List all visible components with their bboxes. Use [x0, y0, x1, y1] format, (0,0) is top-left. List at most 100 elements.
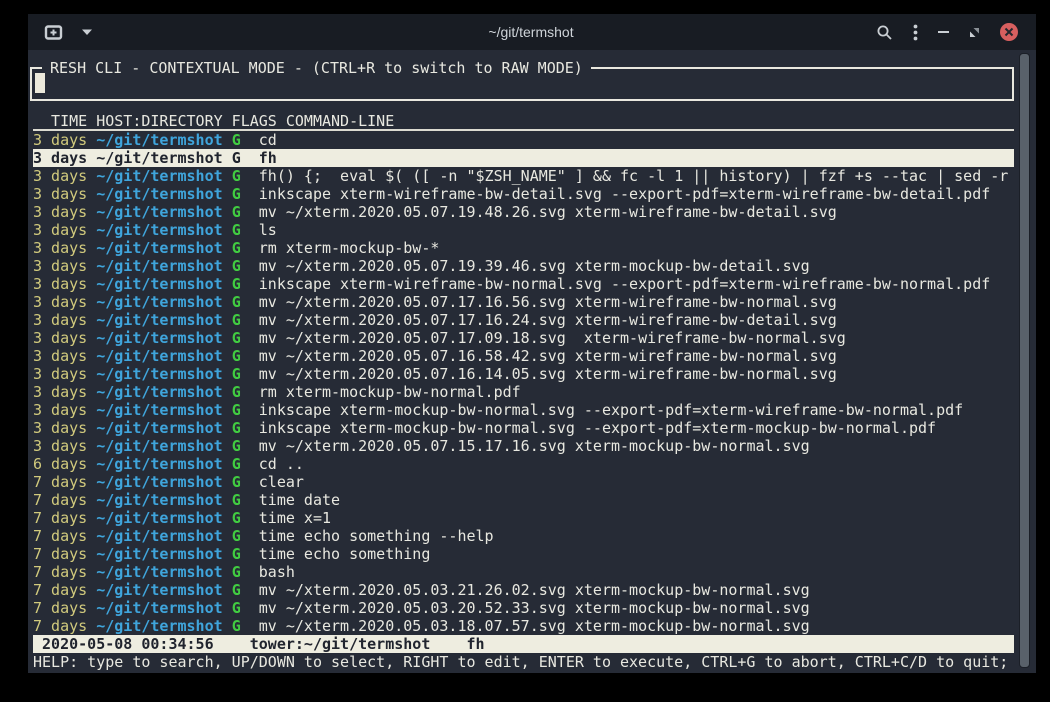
row-host-directory: ~/git/termshot: [96, 185, 222, 203]
terminal-window: ~/git/termshot RESH CLI - CONTEXTUAL MOD…: [28, 14, 1036, 673]
table-row[interactable]: 3 days ~/git/termshot G inkscape xterm-m…: [33, 419, 1014, 437]
row-host-directory: ~/git/termshot: [96, 545, 222, 563]
table-row[interactable]: 3 days ~/git/termshot G mv ~/xterm.2020.…: [33, 329, 1014, 347]
row-host-directory: ~/git/termshot: [96, 473, 222, 491]
row-time: 3 days: [33, 221, 87, 239]
row-time: 3 days: [33, 383, 87, 401]
row-flags: G: [232, 617, 241, 635]
table-row[interactable]: 3 days ~/git/termshot G mv ~/xterm.2020.…: [33, 293, 1014, 311]
table-row[interactable]: 3 days ~/git/termshot G ls: [33, 221, 1014, 239]
table-row[interactable]: 3 days ~/git/termshot G rm xterm-mockup-…: [33, 239, 1014, 257]
row-host-directory: ~/git/termshot: [96, 203, 222, 221]
table-row[interactable]: 3 days ~/git/termshot G cd: [33, 131, 1014, 149]
row-command: fh() {; eval $( ([ -n "$ZSH_NAME" ] && f…: [259, 167, 1009, 185]
row-flags: G: [232, 185, 241, 203]
row-time: 6 days: [33, 455, 87, 473]
row-time: 3 days: [33, 239, 87, 257]
row-flags: G: [232, 401, 241, 419]
row-command: mv ~/xterm.2020.05.07.17.16.56.svg xterm…: [259, 293, 837, 311]
table-row[interactable]: 3 days ~/git/termshot G mv ~/xterm.2020.…: [33, 311, 1014, 329]
row-flags: G: [232, 203, 241, 221]
row-command: fh: [259, 149, 277, 167]
restore-button[interactable]: [969, 27, 980, 38]
row-command: bash: [259, 563, 295, 581]
row-time: 3 days: [33, 437, 87, 455]
row-flags: G: [232, 221, 241, 239]
table-row[interactable]: 3 days ~/git/termshot G mv ~/xterm.2020.…: [33, 347, 1014, 365]
table-row[interactable]: 3 days ~/git/termshot G mv ~/xterm.2020.…: [33, 257, 1014, 275]
row-time: 7 days: [33, 473, 87, 491]
row-flags: G: [232, 293, 241, 311]
row-host-directory: ~/git/termshot: [96, 401, 222, 419]
row-command: mv ~/xterm.2020.05.03.20.52.33.svg xterm…: [259, 599, 810, 617]
table-row[interactable]: 3 days ~/git/termshot G mv ~/xterm.2020.…: [33, 365, 1014, 383]
row-host-directory: ~/git/termshot: [96, 365, 222, 383]
table-row[interactable]: 7 days ~/git/termshot G mv ~/xterm.2020.…: [33, 599, 1014, 617]
row-host-directory: ~/git/termshot: [96, 221, 222, 239]
table-header: TIME HOST:DIRECTORY FLAGS COMMAND-LINE: [33, 113, 1014, 131]
row-flags: G: [232, 311, 241, 329]
row-host-directory: ~/git/termshot: [96, 617, 222, 635]
table-row[interactable]: 3 days ~/git/termshot G inkscape xterm-m…: [33, 401, 1014, 419]
status-host: tower:~/git/termshot: [250, 635, 431, 653]
status-command: fh: [467, 635, 485, 653]
table-row[interactable]: 3 days ~/git/termshot G mv ~/xterm.2020.…: [33, 437, 1014, 455]
row-host-directory: ~/git/termshot: [96, 275, 222, 293]
menu-button[interactable]: [913, 24, 918, 41]
row-time: 3 days: [33, 167, 87, 185]
row-command: mv ~/xterm.2020.05.07.16.14.05.svg xterm…: [259, 365, 837, 383]
scrollbar-thumb[interactable]: [1019, 53, 1030, 668]
row-flags: G: [232, 491, 241, 509]
row-command: rm xterm-mockup-bw-*: [259, 239, 440, 257]
row-command: mv ~/xterm.2020.05.07.15.17.16.svg xterm…: [259, 437, 810, 455]
minimize-button[interactable]: [938, 30, 949, 34]
row-command: mv ~/xterm.2020.05.07.19.48.26.svg xterm…: [259, 203, 837, 221]
help-line: HELP: type to search, UP/DOWN to select,…: [33, 653, 1014, 671]
table-row[interactable]: 7 days ~/git/termshot G bash: [33, 563, 1014, 581]
row-flags: G: [232, 545, 241, 563]
search-input[interactable]: [35, 73, 45, 93]
row-host-directory: ~/git/termshot: [96, 347, 222, 365]
row-flags: G: [232, 563, 241, 581]
row-flags: G: [232, 149, 241, 167]
row-command: rm xterm-mockup-bw-normal.pdf: [259, 383, 521, 401]
row-flags: G: [232, 239, 241, 257]
row-time: 7 days: [33, 509, 87, 527]
table-row[interactable]: 3 days ~/git/termshot G inkscape xterm-w…: [33, 275, 1014, 293]
row-command: inkscape xterm-wireframe-bw-normal.svg -…: [259, 275, 991, 293]
row-time: 7 days: [33, 581, 87, 599]
table-row[interactable]: 7 days ~/git/termshot G clear: [33, 473, 1014, 491]
table-row[interactable]: 7 days ~/git/termshot G time x=1: [33, 509, 1014, 527]
row-time: 3 days: [33, 275, 87, 293]
row-time: 3 days: [33, 329, 87, 347]
tabs-dropdown-button[interactable]: [81, 28, 93, 36]
table-row[interactable]: 6 days ~/git/termshot G cd ..: [33, 455, 1014, 473]
terminal-screen: RESH CLI - CONTEXTUAL MODE - (CTRL+R to …: [28, 50, 1036, 673]
row-command: mv ~/xterm.2020.05.07.17.16.24.svg xterm…: [259, 311, 837, 329]
table-row[interactable]: 7 days ~/git/termshot G time date: [33, 491, 1014, 509]
close-button[interactable]: [1000, 23, 1018, 41]
table-row[interactable]: 7 days ~/git/termshot G time echo someth…: [33, 545, 1014, 563]
table-row[interactable]: 3 days ~/git/termshot G rm xterm-mockup-…: [33, 383, 1014, 401]
row-host-directory: ~/git/termshot: [96, 383, 222, 401]
titlebar: ~/git/termshot: [28, 14, 1036, 50]
row-time: 3 days: [33, 311, 87, 329]
table-row[interactable]: 7 days ~/git/termshot G time echo someth…: [33, 527, 1014, 545]
row-host-directory: ~/git/termshot: [96, 491, 222, 509]
table-row[interactable]: 3 days ~/git/termshot G mv ~/xterm.2020.…: [33, 203, 1014, 221]
table-row[interactable]: 3 days ~/git/termshot G inkscape xterm-w…: [33, 185, 1014, 203]
search-button[interactable]: [876, 24, 893, 41]
row-command: mv ~/xterm.2020.05.03.21.26.02.svg xterm…: [259, 581, 810, 599]
row-host-directory: ~/git/termshot: [96, 455, 222, 473]
table-row[interactable]: 3 days ~/git/termshot G fh() {; eval $( …: [33, 167, 1014, 185]
row-host-directory: ~/git/termshot: [96, 293, 222, 311]
table-row[interactable]: 7 days ~/git/termshot G mv ~/xterm.2020.…: [33, 617, 1014, 635]
new-tab-button[interactable]: [44, 24, 63, 41]
row-command: time x=1: [259, 509, 331, 527]
row-time: 7 days: [33, 563, 87, 581]
table-row[interactable]: 7 days ~/git/termshot G mv ~/xterm.2020.…: [33, 581, 1014, 599]
row-command: mv ~/xterm.2020.05.03.18.07.57.svg xterm…: [259, 617, 810, 635]
row-command: time date: [259, 491, 340, 509]
row-flags: G: [232, 419, 241, 437]
table-row[interactable]: 3 days ~/git/termshot G fh: [33, 149, 1014, 167]
